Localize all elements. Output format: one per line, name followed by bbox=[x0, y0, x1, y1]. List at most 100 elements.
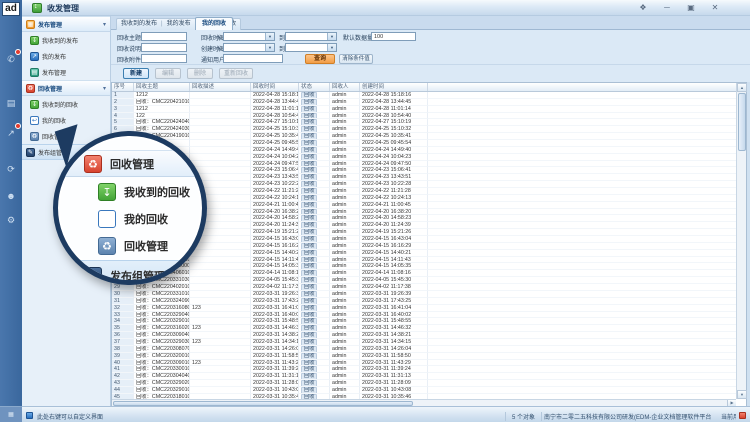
chart-icon[interactable]: ↗ bbox=[3, 126, 19, 140]
table-row[interactable]: 40回收：CMC22030901021232022-03-31 11:43:29… bbox=[112, 360, 736, 367]
maximize-icon[interactable]: ▣ bbox=[684, 2, 698, 13]
vertical-scrollbar[interactable]: ▲ ▼ bbox=[736, 83, 746, 399]
magnified-my-recall[interactable]: ↩ 我的回收 bbox=[58, 205, 202, 232]
scroll-up-icon[interactable]: ▲ bbox=[737, 83, 747, 92]
query-button[interactable]: 查询 bbox=[305, 54, 335, 64]
settings-icon[interactable]: ❖ bbox=[636, 2, 650, 13]
contacts-icon[interactable]: ☻ bbox=[3, 189, 19, 203]
attach-input[interactable] bbox=[141, 54, 187, 63]
table-row[interactable]: 202022-04-20 11:24:39回收admin2022-04-20 1… bbox=[112, 222, 736, 229]
table-row[interactable]: 232022-04-15 16:16:29回收admin2022-04-15 1… bbox=[112, 243, 736, 250]
table-row[interactable]: 112022-04-24 09:47:50回收admin2022-04-24 0… bbox=[112, 161, 736, 168]
chat-icon[interactable]: ✆ bbox=[3, 52, 19, 66]
table-cell: admin bbox=[330, 380, 360, 387]
table-row[interactable]: 43回收：CMC22032902012022-03-31 11:28:09回收a… bbox=[112, 380, 736, 387]
table-row[interactable]: 39回收：CMC22032001012022-03-31 11:58:50回收a… bbox=[112, 353, 736, 360]
table-row[interactable]: 2回收：CMC22042101012022-04-28 13:44:45回收ad… bbox=[112, 99, 736, 106]
table-row[interactable]: 34回收：CMC22032901012022-03-31 15:48:55回收a… bbox=[112, 318, 736, 325]
nav-item-publish-manage[interactable]: ▤ 发布管理 bbox=[22, 64, 110, 80]
recall-time-from-select[interactable] bbox=[223, 32, 275, 41]
tab-my-recall[interactable]: 我的回收 bbox=[195, 17, 233, 30]
vscroll-thumb[interactable] bbox=[738, 93, 746, 151]
col-status[interactable]: 状态 bbox=[299, 83, 330, 91]
table-row[interactable]: 30回收：CMC22033101012022-03-31 19:26:39回收a… bbox=[112, 291, 736, 298]
table-row[interactable]: 242022-04-15 14:40:21回收admin2022-04-15 1… bbox=[112, 250, 736, 257]
table-row[interactable]: 6回收：CMC22042403012022-04-25 15:10:32回收ad… bbox=[112, 126, 736, 133]
table-cell: 回收 bbox=[299, 106, 330, 113]
notify-input[interactable] bbox=[223, 54, 283, 63]
table-row[interactable]: 82022-04-25 09:45:56回收admin2022-04-25 09… bbox=[112, 140, 736, 147]
subject-input[interactable] bbox=[141, 32, 187, 41]
table-row[interactable]: 122022-04-23 15:06:41回收admin2022-04-23 1… bbox=[112, 167, 736, 174]
col-create-time[interactable]: 创建时间 bbox=[360, 83, 428, 91]
table-row[interactable]: 31回收：CMC22032409012022-03-31 17:43:25回收a… bbox=[112, 298, 736, 305]
create-time-to-select[interactable] bbox=[285, 43, 337, 52]
magnified-recall-manage-header[interactable]: ♻ 回收管理 bbox=[58, 150, 202, 177]
delete-button[interactable]: 删除 bbox=[187, 68, 213, 79]
table-row[interactable]: 37回收：CMC22032903011232022-03-31 14:34:15… bbox=[112, 339, 736, 346]
table-row[interactable]: 5回收：CMC22042404012022-04-27 15:10:19回收ad… bbox=[112, 119, 736, 126]
close-icon[interactable]: ✕ bbox=[708, 2, 722, 13]
table-row[interactable]: 212022-04-19 15:21:27回收admin2022-04-19 1… bbox=[112, 229, 736, 236]
table-row[interactable]: 222022-04-15 16:43:04回收admin2022-04-15 1… bbox=[112, 236, 736, 243]
table-row[interactable]: 112122022-04-28 15:18:17回收admin2022-04-2… bbox=[112, 92, 736, 99]
col-seq[interactable]: 序号 bbox=[112, 83, 134, 91]
table-cell: 2022-04-19 15:21:26 bbox=[360, 229, 428, 236]
col-subject[interactable]: 回收主题 bbox=[134, 83, 190, 91]
nav-group-publish-manage[interactable]: ▦ 发布管理 ▾ bbox=[22, 16, 110, 32]
recall-time-to-select[interactable] bbox=[285, 32, 337, 41]
table-row[interactable]: 102022-04-24 10:04:23回收admin2022-04-24 1… bbox=[112, 154, 736, 161]
clear-conditions-button[interactable]: 清除条件值 bbox=[339, 54, 373, 64]
table-row[interactable]: 312122022-04-28 11:01:16回收admin2022-04-2… bbox=[112, 106, 736, 113]
nav-group-recall-manage[interactable]: ♻ 回收管理 ▾ bbox=[22, 80, 110, 96]
tab-my-publish[interactable]: 我的发布 bbox=[167, 19, 191, 30]
table-row[interactable]: 132022-04-23 13:43:51回收admin2022-04-23 1… bbox=[112, 174, 736, 181]
gear-icon[interactable]: ⚙ bbox=[3, 213, 19, 227]
table-row[interactable]: 29回收：CMC22040201012022-04-02 11:17:38回收a… bbox=[112, 284, 736, 291]
table-row[interactable]: 35回收：CMC22031602011232022-03-31 14:46:32… bbox=[112, 325, 736, 332]
table-row[interactable]: 27回收：CMC22040601012022-04-14 11:08:16回收a… bbox=[112, 270, 736, 277]
table-row[interactable]: 28回收：CMC22033103012022-04-05 15:45:30回收a… bbox=[112, 277, 736, 284]
table-body: 112122022-04-28 15:18:17回收admin2022-04-2… bbox=[112, 92, 736, 399]
table-row[interactable]: 92022-04-24 14:49:40回收admin2022-04-24 14… bbox=[112, 147, 736, 154]
folder-icon[interactable]: ▤ bbox=[3, 96, 19, 110]
default-qty-input[interactable] bbox=[371, 32, 416, 41]
table-row[interactable]: 26回收：CMC22041100012022-04-15 14:05:35回收a… bbox=[112, 263, 736, 270]
magnified-recall-manage[interactable]: ♻ 回收管理 bbox=[58, 232, 202, 259]
table-cell bbox=[428, 318, 736, 325]
table-row[interactable]: 44回收：CMC22032901042022-03-31 10:43:08回收a… bbox=[112, 387, 736, 394]
edit-button[interactable]: 编辑 bbox=[155, 68, 181, 79]
magnified-received-recall[interactable]: ↧ 我收到的回收 bbox=[58, 178, 202, 205]
table-row[interactable]: 33回收：CMC22032904012022-03-31 16:40:02回收a… bbox=[112, 312, 736, 319]
nav-item-my-recall[interactable]: ↩ 我的回收 bbox=[22, 112, 110, 128]
col-recall-time[interactable]: 回收时间 bbox=[251, 83, 299, 91]
col-desc[interactable]: 回收描述 bbox=[190, 83, 251, 91]
minimize-icon[interactable]: ─ bbox=[660, 2, 674, 13]
table-row[interactable]: 25回收：CMC22041501012022-04-15 14:11:43回收a… bbox=[112, 257, 736, 264]
table-cell: 2022-04-22 11:21:28 bbox=[360, 188, 428, 195]
table-row[interactable]: 41回收：CMC22033001012022-03-31 11:39:24回收a… bbox=[112, 366, 736, 373]
nav-item-received-recall[interactable]: ↧ 我收到的回收 bbox=[22, 96, 110, 112]
tab-received-publish[interactable]: 我收到的发布 bbox=[121, 19, 157, 30]
table-row[interactable]: 7回收：CMC22041901012022-04-25 10:35:41回收ad… bbox=[112, 133, 736, 140]
table-cell: 2022-03-31 14:26:04 bbox=[251, 346, 299, 353]
table-row[interactable]: 41222022-04-28 10:54:41回收admin2022-04-28… bbox=[112, 113, 736, 120]
table-row[interactable]: 36回收：CMC22030904012022-03-31 14:38:21回收a… bbox=[112, 332, 736, 339]
table-cell: 回收 bbox=[299, 243, 330, 250]
table-row[interactable]: 38回收：CMC22030807012022-03-31 14:26:04回收a… bbox=[112, 346, 736, 353]
horizontal-scrollbar[interactable]: ▶ bbox=[112, 399, 736, 406]
new-button[interactable]: 新建 bbox=[123, 68, 149, 79]
grid-icon[interactable]: ▦ bbox=[0, 407, 22, 422]
scroll-down-icon[interactable]: ▼ bbox=[737, 390, 747, 399]
table-cell: 回收：CMC2203290201 bbox=[134, 380, 190, 387]
desc-input[interactable] bbox=[141, 43, 187, 52]
table-row[interactable]: 32回收：CMC22031608011232022-03-31 16:41:04… bbox=[112, 305, 736, 312]
table-row[interactable]: 42回收：CMC22030404012022-03-31 11:31:13回收a… bbox=[112, 373, 736, 380]
col-recaller[interactable]: 回收人 bbox=[330, 83, 360, 91]
create-time-from-select[interactable] bbox=[223, 43, 275, 52]
rerecall-button[interactable]: 重新回收 bbox=[219, 68, 253, 79]
nav-item-received-publish[interactable]: ↧ 我收到的发布 bbox=[22, 32, 110, 48]
nav-item-my-publish[interactable]: ↗ 我的发布 bbox=[22, 48, 110, 64]
table-row[interactable]: 142022-04-23 10:22:28回收admin2022-04-23 1… bbox=[112, 181, 736, 188]
sync-icon[interactable]: ⟳ bbox=[3, 162, 19, 176]
